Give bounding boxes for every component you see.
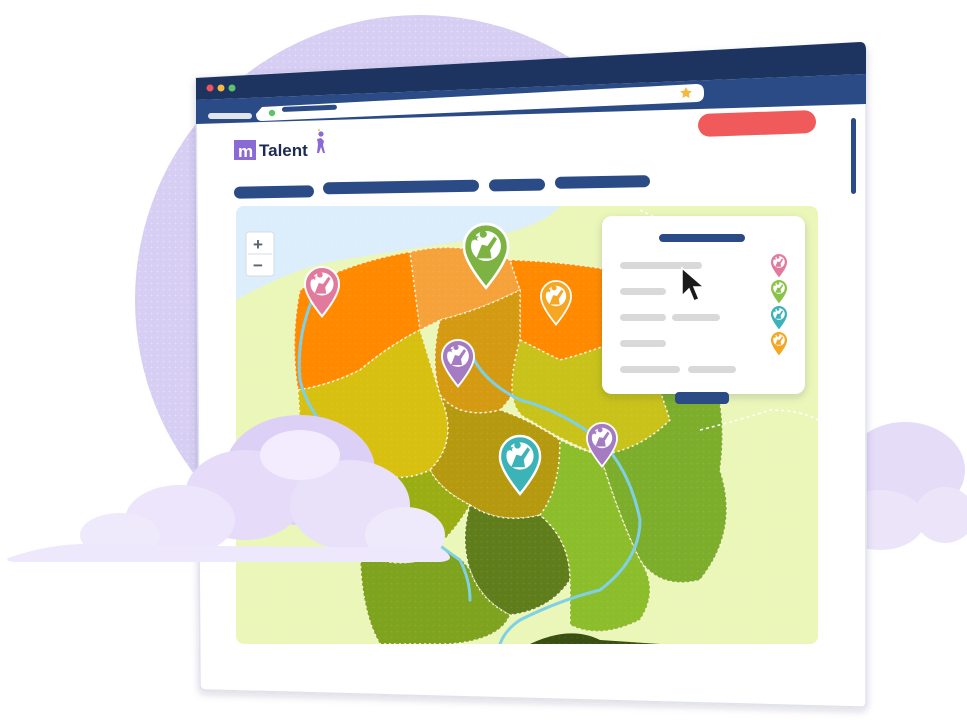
legend-line <box>620 288 666 295</box>
nav-item-3[interactable] <box>489 178 545 192</box>
legend-line <box>620 314 666 321</box>
legend-title <box>659 234 745 242</box>
maximize-window-dot[interactable] <box>228 84 236 92</box>
legend-line <box>672 314 720 321</box>
nav-item-4[interactable] <box>555 175 650 189</box>
zoom-out-button[interactable]: − <box>253 256 263 275</box>
secure-dot-icon <box>268 109 276 117</box>
zoom-in-button[interactable]: + <box>253 235 263 254</box>
legend-line <box>620 366 680 373</box>
scrollbar[interactable] <box>851 118 856 194</box>
tab-placeholder[interactable] <box>208 113 252 119</box>
legend-line <box>688 366 736 373</box>
header-cta-button[interactable] <box>698 110 817 137</box>
legend-line <box>620 262 702 269</box>
close-window-dot[interactable] <box>206 84 214 92</box>
minimize-window-dot[interactable] <box>217 84 225 92</box>
nav-item-1[interactable] <box>234 185 314 199</box>
logo-letter: m <box>238 142 253 161</box>
logo-name: Talent <box>259 141 308 160</box>
illustration: m Talent + − <box>7 15 967 708</box>
legend-tab[interactable] <box>675 392 729 404</box>
legend-line <box>620 340 666 347</box>
